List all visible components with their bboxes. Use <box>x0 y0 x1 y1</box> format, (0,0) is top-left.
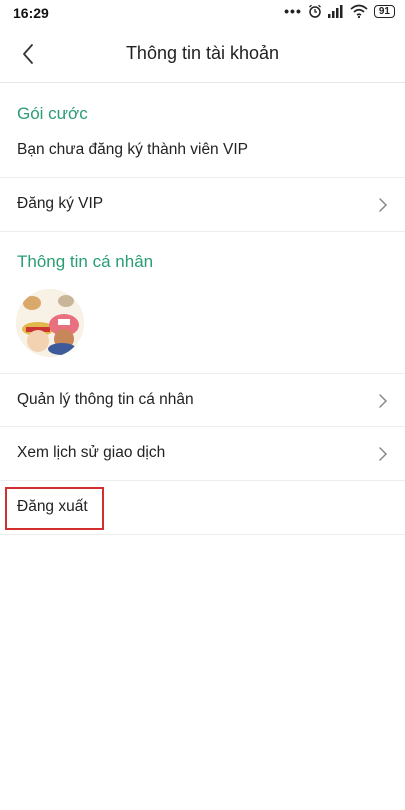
chevron-right-icon <box>379 394 388 408</box>
transaction-history-row[interactable]: Xem lịch sử giao dịch <box>0 427 405 481</box>
status-bar: 16:29 ••• 91 <box>0 0 405 26</box>
vip-status-row: Bạn chưa đăng ký thành viên VIP <box>0 124 405 178</box>
status-time: 16:29 <box>13 5 49 21</box>
manage-personal-info-label: Quản lý thông tin cá nhân <box>17 391 194 408</box>
register-vip-label: Đăng ký VIP <box>17 195 104 212</box>
manage-personal-info-row[interactable]: Quản lý thông tin cá nhân <box>0 373 405 427</box>
avatar-image-icon <box>16 289 84 357</box>
status-icons: ••• 91 <box>284 4 395 18</box>
chevron-right-icon <box>379 198 388 212</box>
page-title: Thông tin tài khoản <box>125 43 280 63</box>
app-header: Thông tin tài khoản <box>0 26 405 83</box>
register-vip-row[interactable]: Đăng ký VIP <box>0 178 405 232</box>
vip-status-text: Bạn chưa đăng ký thành viên VIP <box>17 141 248 158</box>
section-title-personal: Thông tin cá nhân <box>17 252 154 271</box>
wifi-icon <box>350 4 368 18</box>
transaction-history-label: Xem lịch sử giao dịch <box>17 444 166 461</box>
more-notifications-icon: ••• <box>284 3 302 19</box>
section-title-plan: Gói cước <box>17 104 88 123</box>
avatar[interactable] <box>16 289 84 357</box>
signal-icon <box>327 4 343 18</box>
chevron-right-icon <box>379 447 388 461</box>
alarm-icon <box>308 4 321 18</box>
logout-highlight-box <box>5 487 104 530</box>
battery-icon: 91 <box>373 4 395 18</box>
